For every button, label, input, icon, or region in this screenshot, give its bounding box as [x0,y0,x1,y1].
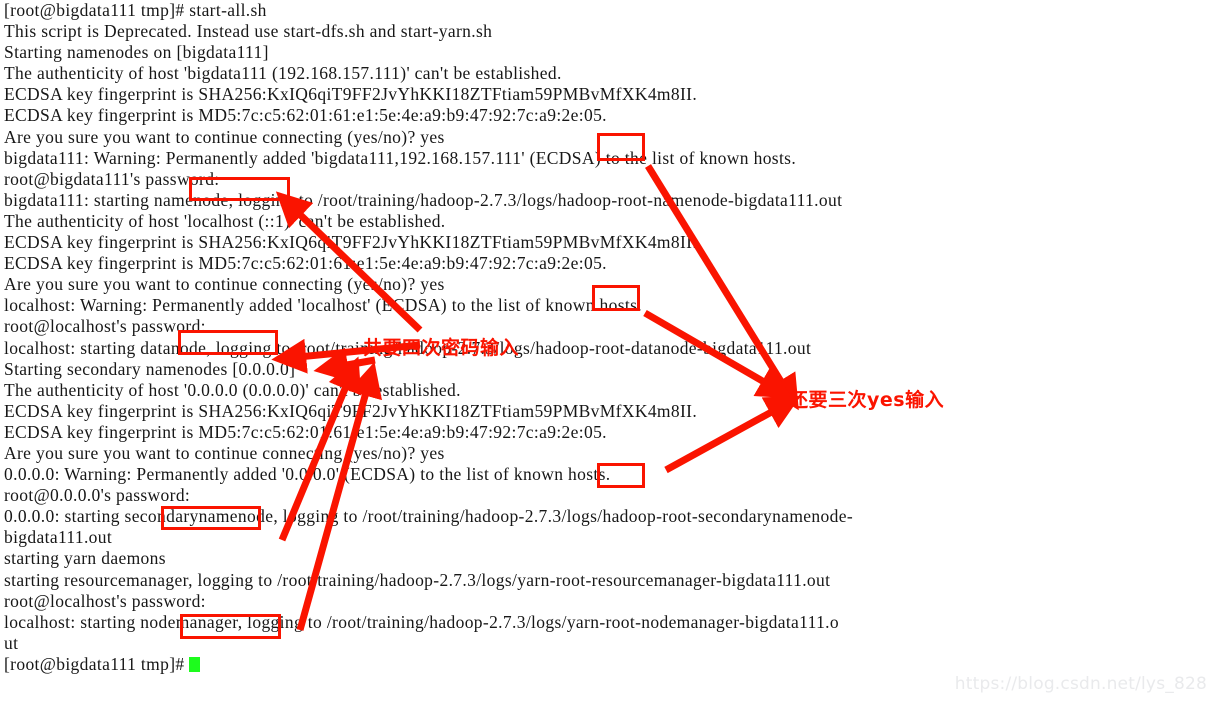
terminal-line: 0.0.0.0: Warning: Permanently added '0.0… [4,464,611,485]
terminal-line: The authenticity of host '0.0.0.0 (0.0.0… [4,379,461,400]
note-four-passwords: 共要四次密码输入 [363,337,520,359]
terminal-line: starting yarn daemons [4,548,166,569]
terminal-line: localhost: starting datanode, logging to… [4,337,812,358]
terminal-prompt: [root@bigdata111 tmp]# [4,653,190,674]
terminal-line: ut [4,632,19,653]
terminal-line: Are you sure you want to continue connec… [4,442,445,463]
terminal-line: ECDSA key fingerprint is SHA256:KxIQ6qiT… [4,400,698,421]
terminal-output: [root@bigdata111 tmp]# start-all.sh This… [4,0,1217,675]
terminal-line: root@localhost's password: [4,590,206,611]
terminal-line: ECDSA key fingerprint is SHA256:KxIQ6qiT… [4,84,698,105]
terminal-line: starting resourcemanager, logging to /ro… [4,569,831,590]
terminal-prompt-line: [root@bigdata111 tmp]# [4,654,1217,675]
terminal-line: Starting secondary namenodes [0.0.0.0] [4,358,296,379]
terminal-line: bigdata111: Warning: Permanently added '… [4,147,797,168]
terminal-line: The authenticity of host 'localhost (::1… [4,210,446,231]
note-three-yes: 还要三次yes输入 [789,389,945,411]
terminal-line: Are you sure you want to continue connec… [4,126,445,147]
terminal-line: ECDSA key fingerprint is SHA256:KxIQ6qiT… [4,232,698,253]
terminal-line: root@0.0.0.0's password: [4,485,191,506]
terminal-line: This script is Deprecated. Instead use s… [4,21,493,42]
terminal-line: ECDSA key fingerprint is MD5:7c:c5:62:01… [4,105,607,126]
terminal-line: ECDSA key fingerprint is MD5:7c:c5:62:01… [4,421,607,442]
terminal-line: localhost: starting nodemanager, logging… [4,611,839,632]
terminal-line: bigdata111: starting namenode, logging t… [4,189,843,210]
terminal-line: root@localhost's password: [4,316,206,337]
cursor-block-icon [189,656,201,672]
terminal-line: Are you sure you want to continue connec… [4,274,445,295]
terminal-line: 0.0.0.0: starting secondarynamenode, log… [4,506,854,527]
terminal-line: localhost: Warning: Permanently added 'l… [4,295,642,316]
terminal-line: root@bigdata111's password: [4,168,220,189]
terminal-line: bigdata111.out [4,527,113,548]
terminal-window[interactable]: [root@bigdata111 tmp]# start-all.sh This… [0,0,1217,702]
watermark: https://blog.csdn.net/lys_828 [954,674,1207,694]
terminal-line: [root@bigdata111 tmp]# start-all.sh [4,0,267,20]
terminal-line: ECDSA key fingerprint is MD5:7c:c5:62:01… [4,253,607,274]
terminal-line: Starting namenodes on [bigdata111] [4,42,269,63]
terminal-line: The authenticity of host 'bigdata111 (19… [4,63,562,84]
